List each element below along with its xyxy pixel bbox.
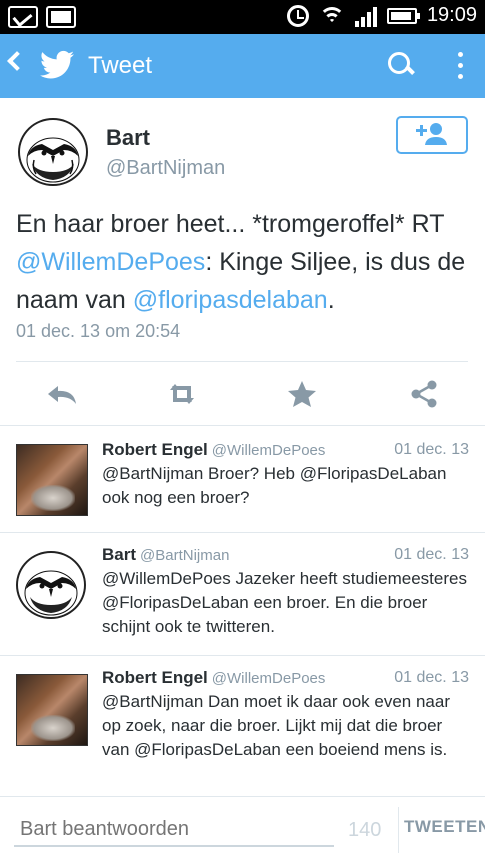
reply-author-handle: @BartNijman [140,547,230,564]
favorite-icon[interactable] [284,378,320,410]
divider [16,361,468,362]
retweet-icon[interactable] [164,378,200,410]
avatar[interactable] [16,444,88,516]
reply-author-handle: @WillemDePoes [211,670,326,687]
avatar[interactable] [16,551,86,619]
reply-author-name: Bart [102,545,137,564]
character-counter: 140 [348,819,382,841]
signal-icon [354,5,377,27]
divider [398,807,399,853]
follow-user-icon [416,123,447,145]
reply-author-name: Robert Engel [102,668,208,687]
page-title: Tweet [88,52,153,79]
list-item[interactable]: Robert Engel @WillemDePoes 01 dec. 13 @Ba… [0,426,485,532]
reply-author-handle: @WillemDePoes [211,442,326,459]
tweet-text: En haar broer heet... *tromgeroffel* RT … [16,205,474,319]
follow-button[interactable] [396,116,468,154]
status-bar: 19:09 [0,0,485,34]
status-time: 19:09 [426,4,477,26]
clipboard-icon [8,6,38,28]
back-icon[interactable] [7,51,27,71]
share-icon[interactable] [406,378,442,410]
reply-author[interactable]: Robert Engel @WillemDePoes [102,440,325,460]
owl-avatar-image [24,570,78,616]
tweet-actions [0,370,485,418]
overflow-menu-icon[interactable] [458,52,464,80]
search-icon[interactable] [388,52,412,76]
tweet-timestamp: 01 dec. 13 om 20:54 [16,321,181,341]
reply-author-name: Robert Engel [102,440,208,459]
compose-bar: 140 TWEETEN [0,796,485,862]
mention-link[interactable]: @WillemDePoes [16,248,205,276]
alarm-icon [286,4,309,27]
action-bar: Tweet [0,34,485,98]
tweet-button[interactable]: TWEETEN [404,817,485,837]
reply-text: @BartNijman Dan moet ik daar ook even na… [102,692,450,759]
reply-icon[interactable] [44,378,80,410]
reply-input[interactable] [14,813,334,847]
tweet-text-part: En haar broer heet... *tromgeroffel* RT [16,210,445,238]
reply-author[interactable]: Robert Engel @WillemDePoes [102,668,325,688]
reply-text: @WillemDePoes Jazeker heeft studiemeeste… [102,569,467,636]
reply-date: 01 dec. 13 [394,441,469,458]
battery-icon [386,7,420,24]
reply-author[interactable]: Bart @BartNijman [102,545,229,565]
list-item[interactable]: Bart @BartNijman 01 dec. 13 @WillemDePoes… [0,533,485,655]
list-item[interactable]: Robert Engel @WillemDePoes 01 dec. 13 @Ba… [0,656,485,796]
image-icon [46,6,76,28]
twitter-bird-icon[interactable] [40,50,74,80]
mention-link[interactable]: @floripasdelaban [133,286,328,314]
author-name[interactable]: Bart [106,125,150,151]
reply-date: 01 dec. 13 [394,669,469,686]
wifi-icon [318,5,345,27]
author-handle[interactable]: @BartNijman [106,157,225,180]
owl-avatar-image [26,137,80,183]
avatar[interactable] [16,674,88,746]
tweet-text-part: . [327,286,335,314]
reply-text: @BartNijman Broer? Heb @FloripasDeLaban … [102,464,447,507]
reply-date: 01 dec. 13 [394,546,469,563]
author-avatar[interactable] [18,118,88,186]
